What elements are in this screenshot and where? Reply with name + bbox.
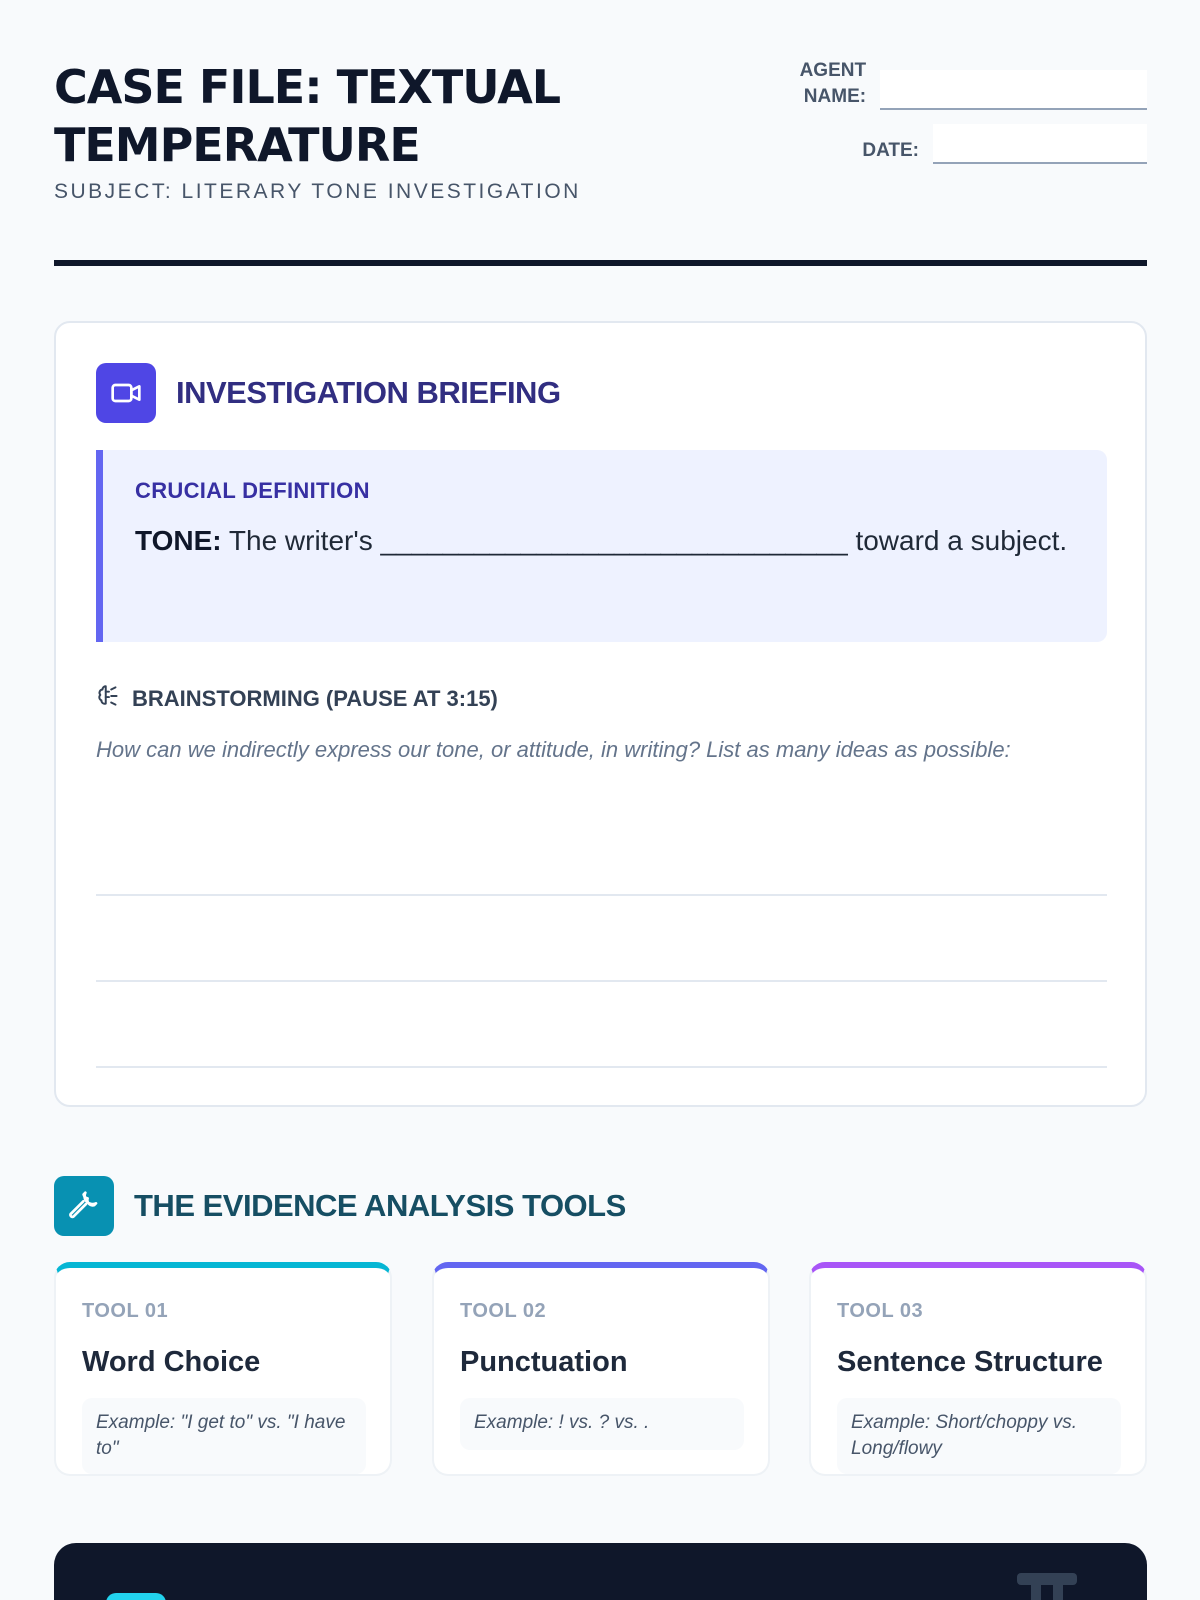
tool-name: Sentence Structure — [837, 1346, 1103, 1378]
agent-name-label: AGENT NAME: — [799, 60, 867, 107]
brainstorm-question: How can we indirectly express our tone, … — [96, 737, 1011, 762]
definition-box: CRUCIAL DEFINITION TONE: The writer's __… — [96, 450, 1107, 642]
tool-number: TOOL 03 — [837, 1300, 924, 1322]
tool-number: TOOL 01 — [82, 1300, 169, 1322]
definition-before-blank: The writer's — [228, 525, 373, 556]
definition-after-blank: toward a subject. — [855, 525, 1068, 556]
definition-label: CRUCIAL DEFINITION — [135, 478, 370, 503]
tool-example: Example: "I get to" vs. "I have to" — [82, 1398, 366, 1474]
tool-card-punctuation: TOOL 02 Punctuation Example: ! vs. ? vs.… — [432, 1262, 770, 1476]
brainstorm-header: BRAINSTORMING (PAUSE AT 3:15) — [96, 683, 498, 714]
definition-blank[interactable]: ______________________________ — [381, 525, 848, 556]
document-decor-icon — [1017, 1573, 1077, 1600]
definition-text: TONE: The writer's _____________________… — [135, 516, 1075, 565]
wrench-icon — [54, 1176, 114, 1236]
tools-title: THE EVIDENCE ANALYSIS TOOLS — [134, 1188, 626, 1223]
tool-card-sentence-structure: TOOL 03 Sentence Structure Example: Shor… — [809, 1262, 1147, 1476]
agent-name-input[interactable] — [880, 70, 1147, 110]
tool-card-word-choice: TOOL 01 Word Choice Example: "I get to" … — [54, 1262, 392, 1476]
tool-example: Example: Short/choppy vs. Long/flowy — [837, 1398, 1121, 1474]
page-title: CASE FILE: TEXTUAL TEMPERATURE — [54, 60, 561, 172]
briefing-header: INVESTIGATION BRIEFING — [96, 363, 561, 423]
answer-line-3[interactable] — [96, 1066, 1107, 1068]
agent-fields: AGENT NAME: DATE: — [787, 58, 1147, 178]
tool-name: Word Choice — [82, 1346, 261, 1378]
page-subtitle: SUBJECT: LITERARY TONE INVESTIGATION — [54, 180, 581, 203]
page-header: CASE FILE: TEXTUAL TEMPERATURE SUBJECT: … — [54, 58, 1147, 204]
panel-icon — [106, 1593, 166, 1600]
answer-line-2[interactable] — [96, 980, 1107, 982]
date-row: DATE: — [787, 124, 1147, 164]
header-divider — [54, 260, 1147, 266]
briefing-card: INVESTIGATION BRIEFING CRUCIAL DEFINITIO… — [54, 321, 1147, 1107]
answer-line-1[interactable] — [96, 894, 1107, 896]
dark-panel — [54, 1543, 1147, 1600]
date-label: DATE: — [862, 140, 919, 161]
brain-icon — [96, 683, 122, 714]
agent-name-row: AGENT NAME: — [787, 58, 1147, 110]
video-camera-icon — [96, 363, 156, 423]
date-input[interactable] — [933, 124, 1147, 164]
tool-name: Punctuation — [460, 1346, 628, 1378]
tools-header: THE EVIDENCE ANALYSIS TOOLS — [54, 1176, 626, 1236]
tool-number: TOOL 02 — [460, 1300, 547, 1322]
brainstorm-title: BRAINSTORMING (PAUSE AT 3:15) — [132, 685, 498, 711]
briefing-title: INVESTIGATION BRIEFING — [176, 375, 561, 410]
definition-term: TONE: — [135, 525, 222, 556]
tool-example: Example: ! vs. ? vs. . — [460, 1398, 744, 1450]
